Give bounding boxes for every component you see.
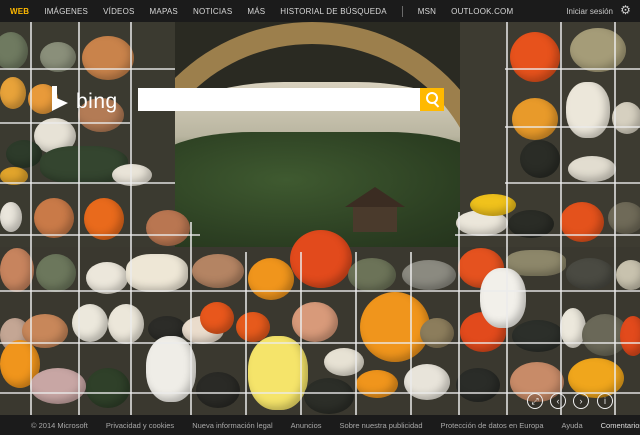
bing-logo-mark	[52, 86, 70, 112]
sign-in-link[interactable]: Iniciar sesión	[566, 7, 613, 16]
background-image	[0, 22, 640, 415]
search-button[interactable]	[420, 88, 444, 111]
footer-copyright: © 2014 Microsoft	[31, 420, 88, 430]
footer: © 2014 Microsoft Privacidad y cookies Nu…	[0, 415, 640, 435]
nav-videos[interactable]: VÍDEOS	[103, 7, 134, 16]
nav-search-history[interactable]: HISTORIAL DE BÚSQUEDA	[280, 7, 386, 16]
bing-logo-text: bing	[76, 90, 118, 113]
nav-msn[interactable]: MSN	[418, 7, 436, 16]
search-box	[138, 88, 420, 111]
footer-link-feedback[interactable]: Comentarios	[601, 421, 640, 430]
footer-link-about-ads[interactable]: Sobre nuestra publicidad	[340, 421, 423, 430]
search-input[interactable]	[138, 88, 420, 111]
gear-icon[interactable]: ⚙	[619, 4, 632, 17]
nav-web[interactable]: WEB	[10, 7, 29, 16]
nav-news[interactable]: NOTICIAS	[193, 7, 232, 16]
nav-maps[interactable]: MAPAS	[150, 7, 178, 16]
nav-images[interactable]: IMÁGENES	[44, 7, 88, 16]
nav-outlook[interactable]: OUTLOOK.COM	[451, 7, 513, 16]
expand-icon[interactable]: ⤢	[527, 393, 543, 409]
footer-link-legal[interactable]: Nueva información legal	[192, 421, 272, 430]
next-icon[interactable]: ›	[573, 393, 589, 409]
footer-link-ads[interactable]: Anuncios	[291, 421, 322, 430]
footer-link-eu-data[interactable]: Protección de datos en Europa	[441, 421, 544, 430]
nav-divider	[401, 5, 403, 17]
footer-link-help[interactable]: Ayuda	[562, 421, 583, 430]
info-icon[interactable]: i	[597, 393, 613, 409]
top-navigation: WEB IMÁGENES VÍDEOS MAPAS NOTICIAS MÁS H…	[0, 0, 640, 22]
previous-icon[interactable]: ‹	[550, 393, 566, 409]
nav-more[interactable]: MÁS	[247, 7, 265, 16]
footer-link-privacy[interactable]: Privacidad y cookies	[106, 421, 174, 430]
bing-logo[interactable]: bing	[52, 86, 118, 112]
